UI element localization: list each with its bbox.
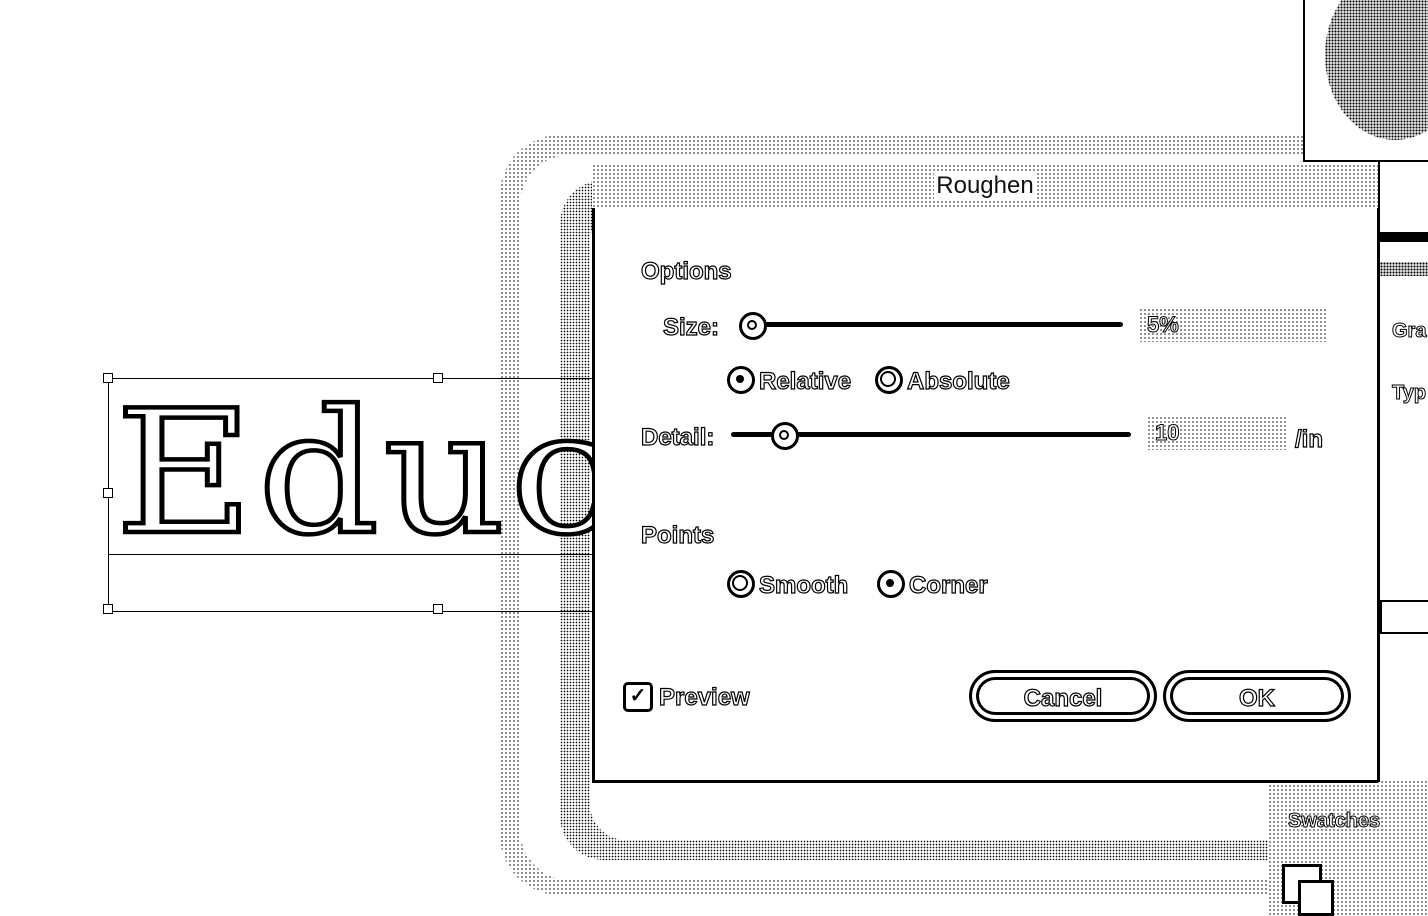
selection-handle-top-left[interactable] xyxy=(103,373,113,383)
selection-handle-bottom-mid[interactable] xyxy=(433,604,443,614)
swatches-tab[interactable]: Swatches xyxy=(1287,810,1380,833)
size-label: Size: xyxy=(662,313,720,341)
dialog-body: Options Size: 5% Relative Absolute Detai… xyxy=(592,208,1378,783)
roughen-dialog: Roughen Options Size: 5% Relative Absolu… xyxy=(592,164,1378,783)
points-heading: Points xyxy=(640,521,715,549)
detail-unit: /in xyxy=(1294,425,1323,453)
detail-field[interactable]: 10 xyxy=(1147,416,1287,450)
ok-button[interactable]: OK xyxy=(1163,670,1351,722)
panel-divider xyxy=(1380,232,1428,242)
corner-label[interactable]: Corner xyxy=(908,571,988,600)
stroke-swatch-icon[interactable] xyxy=(1298,880,1334,916)
size-field[interactable]: 5% xyxy=(1139,308,1327,342)
size-slider-knob[interactable] xyxy=(739,312,767,340)
relative-radio[interactable] xyxy=(727,366,755,394)
cancel-button[interactable]: Cancel xyxy=(969,670,1157,722)
panel-label-type[interactable]: Typ xyxy=(1391,382,1426,405)
dialog-titlebar[interactable]: Roughen xyxy=(592,164,1378,211)
options-heading: Options xyxy=(640,257,732,285)
smooth-label[interactable]: Smooth xyxy=(758,571,849,600)
detail-label: Detail: xyxy=(640,423,715,451)
smooth-radio[interactable] xyxy=(727,570,755,598)
selection-handle-bottom-left[interactable] xyxy=(103,604,113,614)
absolute-radio[interactable] xyxy=(875,366,903,394)
dialog-right-edge xyxy=(1378,164,1380,782)
size-slider-track[interactable] xyxy=(743,322,1123,327)
relative-label[interactable]: Relative xyxy=(758,367,851,396)
thumbnail-image xyxy=(1325,0,1428,140)
panel-strip xyxy=(1380,262,1428,276)
panel-tab[interactable] xyxy=(1380,600,1428,634)
preview-checkbox[interactable]: ✓ xyxy=(623,682,653,712)
detail-slider-knob[interactable] xyxy=(771,422,799,450)
check-icon: ✓ xyxy=(629,685,647,707)
panel-label-graphic[interactable]: Gra xyxy=(1391,320,1426,343)
selection-bounding-box[interactable] xyxy=(108,378,600,612)
absolute-label[interactable]: Absolute xyxy=(906,367,1010,396)
selection-baseline xyxy=(108,554,598,555)
selection-handle-mid-left[interactable] xyxy=(103,488,113,498)
dialog-title: Roughen xyxy=(934,172,1036,199)
selection-handle-top-mid[interactable] xyxy=(433,373,443,383)
corner-radio[interactable] xyxy=(877,570,905,598)
preview-label[interactable]: Preview xyxy=(658,683,750,712)
thumbnail-preview xyxy=(1303,0,1428,162)
